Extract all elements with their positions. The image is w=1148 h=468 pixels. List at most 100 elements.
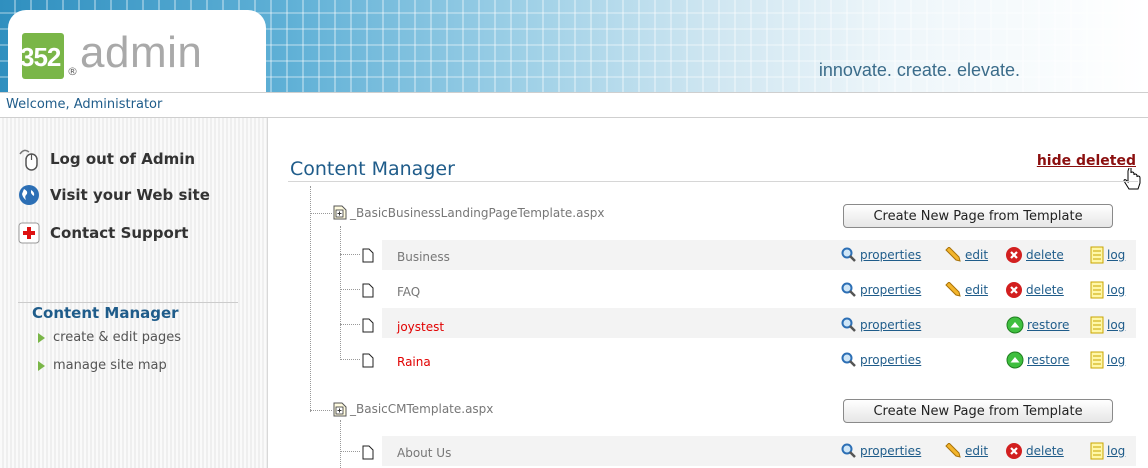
restore-label: restore [1027,353,1070,367]
create-page-from-template-button[interactable]: Create New Page from Template [843,204,1113,228]
page-icon [362,318,374,333]
properties-link[interactable]: properties [841,282,921,298]
logout-link[interactable]: Log out of Admin [18,148,196,171]
create-page-from-template-button[interactable]: Create New Page from Template [843,399,1113,423]
tree-line [340,451,360,452]
page-name: About Us [397,446,452,460]
delete-label: delete [1026,444,1064,458]
template-name: _BasicCMTemplate.aspx [350,402,494,416]
page-icon [362,445,374,460]
sidebar-section-title: Content Manager [32,304,179,322]
log-link[interactable]: log [1090,351,1125,369]
logo-number: 352 [20,42,61,72]
properties-label: properties [860,318,922,332]
restore-up-icon [1006,351,1024,369]
contact-support-label: Contact Support [50,224,189,242]
properties-label: properties [860,353,922,367]
properties-link[interactable]: properties [841,247,921,263]
edit-link[interactable]: edit [944,247,988,263]
magnifier-icon [841,443,856,458]
welcome-bar: Welcome, Administrator [0,92,1148,118]
restore-link[interactable]: restore [1006,316,1069,334]
log-link[interactable]: log [1090,442,1125,460]
log-link[interactable]: log [1090,316,1125,334]
restore-link[interactable]: restore [1006,351,1069,369]
properties-link[interactable]: properties [841,317,921,333]
logo-registered: ® [67,65,78,78]
welcome-text: Welcome, Administrator [6,97,163,112]
tagline: innovate. create. elevate. [818,60,1020,80]
tree-line [310,186,311,412]
magnifier-icon [841,247,856,262]
log-link[interactable]: log [1090,246,1125,264]
delete-link[interactable]: delete [1005,442,1064,460]
magnifier-icon [841,317,856,332]
log-icon [1090,316,1104,334]
edit-label: edit [965,283,989,297]
logo-text: admin [80,28,203,77]
pencil-icon [945,443,961,458]
properties-label: properties [860,248,922,262]
arrow-right-icon [38,332,45,343]
logo[interactable]: 352 ® admin [8,10,266,92]
delete-x-icon [1006,443,1022,459]
delete-link[interactable]: delete [1005,281,1064,299]
arrow-right-icon [38,360,45,371]
delete-label: delete [1026,248,1064,262]
sidebar: Log out of Admin Visit your Web site Con… [0,118,268,468]
visit-site-link[interactable]: Visit your Web site [18,184,210,206]
globe-icon [18,184,40,206]
title-rule [288,181,1138,182]
manage-site-map-label: manage site map [53,358,167,373]
page-icon [362,248,374,263]
restore-label: restore [1027,318,1070,332]
tree-line [340,254,360,255]
create-edit-pages-link[interactable]: create & edit pages [38,330,181,345]
sidebar-divider [18,302,238,303]
properties-label: properties [860,283,922,297]
tree-line [340,420,341,468]
log-label: log [1107,444,1126,458]
template-expand-icon[interactable] [333,205,347,220]
properties-link[interactable]: properties [841,352,921,368]
edit-link[interactable]: edit [944,282,988,298]
restore-up-icon [1006,316,1024,334]
template-name: _BasicBusinessLandingPageTemplate.aspx [350,206,605,220]
contact-support-link[interactable]: Contact Support [18,222,188,244]
edit-link[interactable]: edit [944,443,988,459]
mouse-icon [18,148,40,171]
log-link[interactable]: log [1090,281,1125,299]
page-title: Content Manager [290,158,455,180]
create-edit-pages-label: create & edit pages [53,330,182,345]
page-icon [362,283,374,298]
visit-site-label: Visit your Web site [50,186,210,204]
delete-x-icon [1006,282,1022,298]
header-banner: 352 ® admin innovate. create. elevate. [0,0,1148,92]
tree-line [340,324,360,325]
pencil-icon [945,247,961,262]
logout-label: Log out of Admin [50,150,196,168]
delete-label: delete [1026,283,1064,297]
log-label: log [1107,318,1126,332]
tree-line [340,359,360,360]
properties-link[interactable]: properties [841,443,921,459]
properties-label: properties [860,444,922,458]
manage-site-map-link[interactable]: manage site map [38,358,167,373]
hide-deleted-link[interactable]: hide deleted [1037,153,1136,169]
edit-label: edit [965,248,989,262]
edit-label: edit [965,444,989,458]
first-aid-icon [18,222,40,244]
tree-line [340,289,360,290]
delete-x-icon [1006,247,1022,263]
log-icon [1090,281,1104,299]
template-expand-icon[interactable] [333,402,347,417]
log-icon [1090,351,1104,369]
tree-line [340,226,341,360]
log-label: log [1107,248,1126,262]
log-icon [1090,246,1104,264]
page-icon [362,353,374,368]
page-name: joystest [397,320,445,334]
tree-line [310,410,332,411]
magnifier-icon [841,282,856,297]
delete-link[interactable]: delete [1005,246,1064,264]
